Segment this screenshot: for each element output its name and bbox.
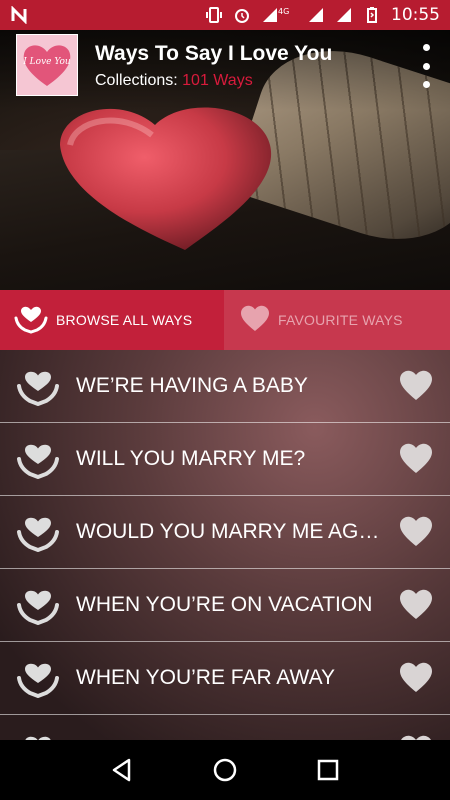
subtitle-label: Collections: [95, 72, 178, 89]
hand-heart-icon [16, 514, 60, 557]
back-button[interactable] [102, 750, 142, 790]
app-header: I Love You Ways To Say I Love You Collec… [0, 30, 450, 105]
svg-text:4G: 4G [278, 7, 289, 16]
favourite-heart-icon[interactable] [399, 370, 433, 407]
heart-image [60, 107, 272, 250]
recents-button[interactable] [308, 750, 348, 790]
hand-heart-icon [16, 368, 60, 411]
favourite-heart-icon[interactable] [399, 662, 433, 699]
favourite-heart-icon[interactable] [399, 516, 433, 553]
dot-icon [422, 44, 430, 51]
tab-bar: BROWSE ALL WAYS FAVOURITE WAYS [0, 290, 450, 350]
n-icon [10, 5, 28, 25]
alarm-icon [233, 6, 251, 24]
app-subtitle: Collections: 101 Ways [95, 72, 253, 90]
app-thumbnail: I Love You [16, 34, 78, 96]
4g-signal-icon: 4G [261, 6, 297, 24]
dot-icon [422, 81, 430, 88]
list-item-title: WE’RE HAVING A BABY [76, 374, 308, 397]
status-bar: 4G 10:55 [0, 0, 450, 30]
list-item[interactable]: WHEN YOU’RE ON VACATION [0, 569, 450, 642]
list-item[interactable]: WE’RE HAVING A BABY [0, 350, 450, 423]
favourite-heart-icon[interactable] [399, 443, 433, 480]
recents-icon [318, 759, 339, 781]
home-button[interactable] [205, 750, 245, 790]
overflow-menu-button[interactable] [414, 44, 438, 88]
app-title: Ways To Say I Love You [95, 42, 333, 65]
list-item[interactable] [0, 715, 450, 740]
status-time: 10:55 [391, 5, 440, 25]
tab-browse-all[interactable]: BROWSE ALL WAYS [0, 290, 224, 350]
battery-icon [363, 6, 381, 24]
subtitle-value: 101 Ways [182, 72, 253, 89]
heart-icon [240, 305, 270, 336]
ways-list: WE’RE HAVING A BABY WILL YOU MARRY ME? W… [0, 350, 450, 740]
hand-heart-icon [16, 733, 60, 740]
vibrate-icon [205, 6, 223, 24]
tab-favourite-label: FAVOURITE WAYS [278, 312, 403, 328]
signal-icon [335, 6, 353, 24]
back-icon [112, 758, 130, 782]
svg-text:I Love You: I Love You [22, 57, 71, 67]
list-item[interactable]: WHEN YOU’RE FAR AWAY [0, 642, 450, 715]
hand-heart-icon [16, 587, 60, 630]
list-item[interactable]: WILL YOU MARRY ME? [0, 423, 450, 496]
tab-favourite[interactable]: FAVOURITE WAYS [224, 290, 450, 350]
favourite-heart-icon[interactable] [399, 589, 433, 626]
hand-heart-icon [16, 660, 60, 703]
home-icon [213, 758, 237, 782]
list-item[interactable]: WOULD YOU MARRY ME AGA… [0, 496, 450, 569]
list-item-title: WHEN YOU’RE ON VACATION [76, 593, 373, 616]
dot-icon [422, 62, 430, 70]
signal-icon [307, 6, 325, 24]
list-item-title: WILL YOU MARRY ME? [76, 447, 306, 470]
tab-browse-label: BROWSE ALL WAYS [56, 312, 193, 328]
hand-heart-icon [16, 441, 60, 484]
list-item-title: WHEN YOU’RE FAR AWAY [76, 666, 336, 689]
list-item-title: WOULD YOU MARRY ME AGA… [76, 520, 386, 543]
hand-heart-icon [14, 304, 48, 337]
navigation-bar [0, 740, 450, 800]
